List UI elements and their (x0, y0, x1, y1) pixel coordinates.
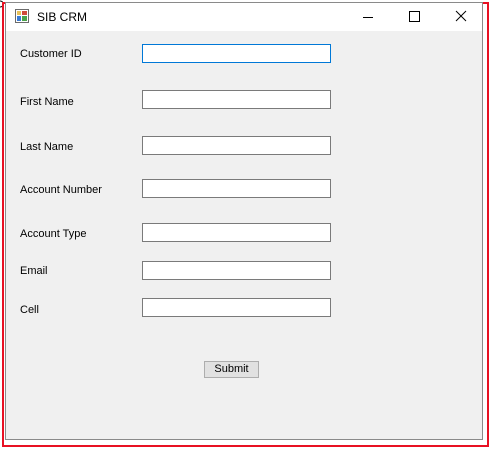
close-icon (455, 10, 467, 22)
last-name-input[interactable] (142, 136, 331, 155)
account-type-input[interactable] (142, 223, 331, 242)
first-name-label: First Name (20, 96, 74, 108)
email-input[interactable] (142, 261, 331, 280)
first-name-input[interactable] (142, 90, 331, 109)
submit-button[interactable]: Submit (204, 361, 259, 378)
app-form-icon (15, 9, 29, 23)
account-type-label: Account Type (20, 228, 87, 240)
last-name-label: Last Name (20, 141, 74, 153)
minimize-icon (363, 17, 373, 18)
main-window: SIB CRM Customer ID First Name Last Name… (5, 2, 483, 440)
maximize-icon (409, 11, 420, 22)
cell-input[interactable] (142, 298, 331, 317)
email-label: Email (20, 265, 48, 277)
cell-label: Cell (20, 304, 39, 316)
window-title: SIB CRM (37, 10, 88, 24)
account-number-label: Account Number (20, 184, 102, 196)
title-bar[interactable]: SIB CRM (6, 3, 482, 31)
customer-id-label: Customer ID (20, 48, 82, 60)
minimize-button[interactable] (345, 3, 391, 31)
close-button[interactable] (437, 3, 483, 31)
account-number-input[interactable] (142, 179, 331, 198)
customer-id-input[interactable] (142, 44, 331, 63)
maximize-button[interactable] (391, 3, 437, 31)
